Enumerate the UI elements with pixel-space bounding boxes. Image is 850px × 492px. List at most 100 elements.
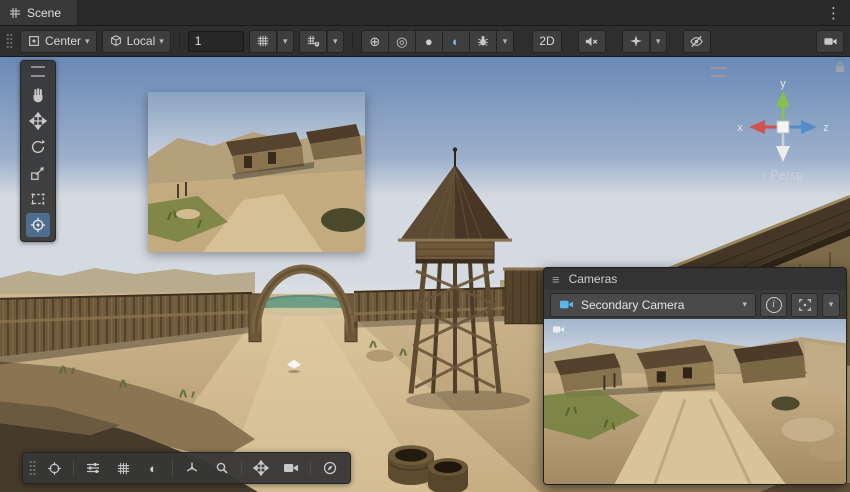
speaker-muted-icon xyxy=(584,34,599,49)
selection-wire-button[interactable]: ● xyxy=(416,30,443,53)
grid-icon xyxy=(256,34,270,48)
grid-snap-button[interactable] xyxy=(299,30,327,53)
gizmos-overlay-button[interactable] xyxy=(40,456,68,480)
rotate-tool-button[interactable] xyxy=(26,135,50,159)
shading-overlay-button[interactable]: ◐ xyxy=(139,456,167,480)
camera-select-dropdown[interactable]: Secondary Camera ▾ xyxy=(550,293,756,317)
chevron-down-icon: ▾ xyxy=(742,300,747,309)
effects-dropdown[interactable]: ▾ xyxy=(650,30,667,53)
view-options-button[interactable] xyxy=(79,456,107,480)
grid-visibility-button[interactable] xyxy=(249,30,277,53)
cameras-panel-title: Cameras xyxy=(569,272,618,286)
sparkle-icon xyxy=(629,34,643,48)
scale-tool-button[interactable] xyxy=(26,161,50,185)
orientation-gizmo[interactable]: y x z ‹ Persp xyxy=(724,77,842,182)
move-icon xyxy=(253,460,269,476)
debug-draw-dropdown[interactable]: ▾ xyxy=(497,30,515,53)
main-toolbar: Center ▾ Local ▾ ▾ ▾ ⊕ ◎ ● ◐ xyxy=(0,26,850,57)
half-circle-icon: ◐ xyxy=(149,462,157,475)
cameras-overlay-button[interactable] xyxy=(277,456,305,480)
hand-icon xyxy=(29,86,47,104)
move-overlay-button[interactable] xyxy=(247,456,275,480)
handle-space-button[interactable]: Local ▾ xyxy=(102,30,171,53)
projection-label: Persp xyxy=(771,168,804,182)
camera-preview-image xyxy=(544,319,846,484)
camera-icon xyxy=(559,298,574,311)
grid-overlay-button[interactable] xyxy=(109,456,137,480)
drag-handle-icon[interactable] xyxy=(31,66,45,77)
grid-visibility-dropdown[interactable]: ▾ xyxy=(277,30,294,53)
gizmo-drag-handle[interactable] xyxy=(711,67,727,77)
pivot-icon xyxy=(27,34,41,48)
grid-icon xyxy=(9,7,21,19)
move-icon xyxy=(29,112,47,130)
transform-tool-button[interactable] xyxy=(26,213,50,237)
rect-tool-button[interactable] xyxy=(26,187,50,211)
space-label: Local xyxy=(127,34,156,48)
selected-camera-label: Secondary Camera xyxy=(581,298,684,312)
info-icon: i xyxy=(766,297,782,313)
search-overlay-button[interactable] xyxy=(208,456,236,480)
chevron-down-icon: ▾ xyxy=(829,300,834,309)
shading-mode-button[interactable]: ◐ xyxy=(443,30,470,53)
lock-icon[interactable] xyxy=(834,60,846,78)
target-circle-icon: ◎ xyxy=(396,35,407,48)
separator xyxy=(172,460,173,476)
drag-handle-icon[interactable]: ≡ xyxy=(552,272,560,287)
camera-focus-button[interactable] xyxy=(791,293,818,317)
chevron-down-icon: ▾ xyxy=(283,37,288,46)
snap-increment-input[interactable] xyxy=(188,31,244,52)
filled-circle-icon: ● xyxy=(425,35,433,48)
grid-icon xyxy=(116,461,131,476)
move-tool-button[interactable] xyxy=(26,109,50,133)
transform-icon xyxy=(46,460,63,477)
camera-preview-image xyxy=(148,92,365,252)
toolbar-drag-handle[interactable] xyxy=(6,33,13,49)
grid-snap-dropdown[interactable]: ▾ xyxy=(327,30,344,53)
axis-z-label[interactable]: z xyxy=(823,122,829,134)
frame-corners-icon xyxy=(798,298,812,312)
view-pan-tool-button[interactable] xyxy=(26,83,50,107)
cube-icon xyxy=(109,34,123,48)
chevron-down-icon: ▾ xyxy=(656,37,661,46)
scene-visibility-button[interactable] xyxy=(683,30,711,53)
cameras-panel-header[interactable]: ≡ Cameras xyxy=(544,268,846,290)
grid-snap-icon xyxy=(306,34,320,48)
camera-panel-dropdown-button[interactable]: ▾ xyxy=(822,293,840,317)
axis-x-label[interactable]: x xyxy=(737,122,743,134)
scene-camera-settings-button[interactable] xyxy=(816,30,844,53)
tools-overlay xyxy=(20,60,56,242)
pivot-label: Center xyxy=(45,34,81,48)
separator xyxy=(179,32,180,50)
scene-bottom-toolbar: ◐ xyxy=(22,452,351,484)
chevron-left-icon: ‹ xyxy=(763,168,767,182)
mode-2d-button[interactable]: 2D xyxy=(532,30,561,53)
effects-toggle-button[interactable] xyxy=(622,30,650,53)
search-icon xyxy=(214,460,230,476)
pivot-mode-button[interactable]: Center ▾ xyxy=(20,30,97,53)
selection-outline-button[interactable]: ◎ xyxy=(389,30,416,53)
crosshair-circle-icon: ⊕ xyxy=(369,35,380,48)
rect-tool-icon xyxy=(29,190,47,208)
gizmos-toggle-button[interactable]: ⊕ xyxy=(361,30,389,53)
projection-toggle[interactable]: ‹ Persp xyxy=(724,168,842,182)
chevron-down-icon: ▾ xyxy=(159,37,164,46)
camera-info-button[interactable]: i xyxy=(760,293,787,317)
sliders-icon xyxy=(85,460,101,476)
separator xyxy=(310,460,311,476)
kebab-menu-button[interactable]: ⋮ xyxy=(817,0,850,25)
transform-icon xyxy=(29,216,47,234)
scene-viewport[interactable]: y x z ‹ Persp ≡ Cameras Secondary Camera… xyxy=(0,57,850,492)
compass-icon xyxy=(322,460,338,476)
debug-draw-button[interactable] xyxy=(470,30,497,53)
orientation-overlay-button[interactable] xyxy=(178,456,206,480)
half-circle-icon: ◐ xyxy=(452,35,460,48)
tab-scene[interactable]: Scene xyxy=(0,0,78,25)
audio-mute-button[interactable] xyxy=(578,30,606,53)
axis-gizmo[interactable]: y x z xyxy=(724,77,842,169)
axis-y-label[interactable]: y xyxy=(780,78,786,90)
separator xyxy=(352,32,353,50)
toolbar-drag-handle[interactable] xyxy=(29,460,36,476)
eye-slash-icon xyxy=(689,34,704,49)
navigation-overlay-button[interactable] xyxy=(316,456,344,480)
